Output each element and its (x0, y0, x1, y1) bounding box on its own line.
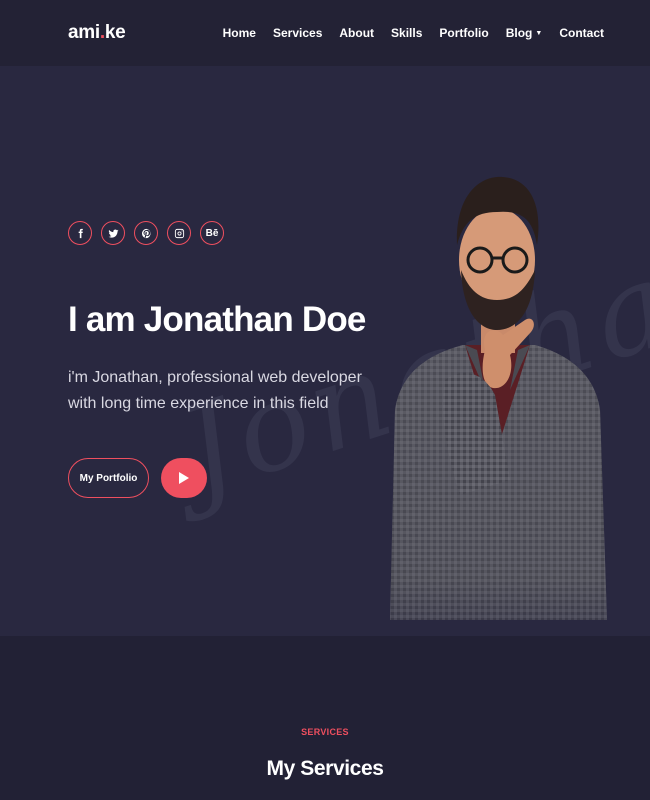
pinterest-icon[interactable] (134, 221, 158, 245)
site-header: ami.ke Home Services About Skills Portfo… (0, 0, 650, 66)
hero-description: i'm Jonathan, professional web developer… (68, 369, 362, 412)
logo[interactable]: ami.ke (68, 22, 126, 44)
twitter-icon[interactable] (101, 221, 125, 245)
my-portfolio-label: My Portfolio (79, 472, 138, 484)
nav-item-services[interactable]: Services (273, 26, 322, 40)
facebook-icon[interactable] (68, 221, 92, 245)
behance-icon[interactable]: Bē (200, 221, 224, 245)
caret-down-icon: ▼ (535, 29, 543, 37)
play-video-button[interactable] (161, 458, 207, 498)
nav-item-contact[interactable]: Contact (559, 26, 604, 40)
nav-item-portfolio[interactable]: Portfolio (439, 26, 488, 40)
hero-title: I am Jonathan Doe (68, 300, 366, 339)
main-nav: Home Services About Skills Portfolio Blo… (223, 26, 604, 40)
logo-prefix: ami (68, 22, 100, 43)
my-portfolio-button[interactable]: My Portfolio (68, 458, 149, 498)
page: ami.ke Home Services About Skills Portfo… (0, 0, 650, 800)
social-links: Bē (68, 221, 224, 245)
play-icon (179, 472, 189, 484)
behance-icon-text: Bē (205, 227, 219, 239)
nav-item-skills[interactable]: Skills (391, 26, 422, 40)
portrait-image (390, 176, 607, 620)
services-eyebrow: SERVICES (301, 727, 349, 737)
logo-suffix: ke (104, 22, 126, 43)
nav-item-about[interactable]: About (339, 26, 374, 40)
nav-item-blog[interactable]: Blog ▼ (506, 26, 543, 40)
nav-item-home[interactable]: Home (223, 26, 256, 40)
services-title: My Services (266, 757, 384, 780)
instagram-icon[interactable] (167, 221, 191, 245)
